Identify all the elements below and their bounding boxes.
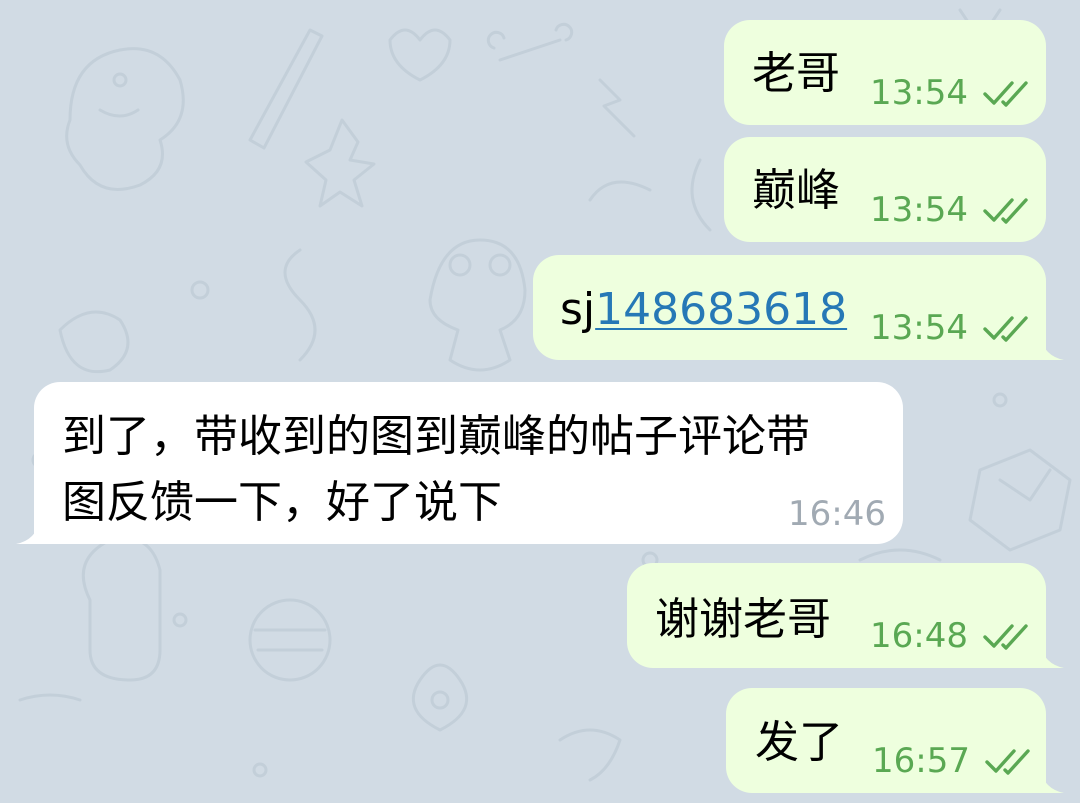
- message-time: 13:54: [870, 308, 968, 348]
- message-time: 16:46: [788, 494, 886, 534]
- message-meta: 16:48: [870, 619, 1032, 653]
- message-meta: 16:46: [788, 497, 886, 531]
- double-check-icon: [983, 316, 1028, 342]
- message-text: 发了: [755, 717, 843, 768]
- double-check-icon: [983, 198, 1028, 224]
- message-meta: 13:54: [870, 76, 1032, 110]
- message-time: 16:48: [870, 616, 968, 656]
- message-meta: 13:54: [870, 311, 1032, 345]
- message-text: 老哥: [752, 48, 840, 99]
- message-meta: 16:57: [872, 744, 1034, 778]
- message-time: 13:54: [870, 190, 968, 230]
- message-text-line: 到了，带收到的图到巅峰的帖子评论带: [62, 411, 810, 462]
- message-text: 巅峰: [752, 165, 840, 216]
- bubble-tail: [1040, 644, 1064, 668]
- bubble-tail: [1040, 769, 1064, 793]
- bubble-tail: [16, 520, 40, 544]
- message-link[interactable]: 148683618: [595, 284, 847, 335]
- message-text: 谢谢老哥: [655, 594, 831, 645]
- message-time: 16:57: [872, 741, 970, 781]
- message-text: 到了，带收到的图到巅峰的帖子评论带 图反馈一下，好了说下: [62, 404, 892, 536]
- message-time: 13:54: [870, 73, 968, 113]
- double-check-icon: [983, 81, 1028, 107]
- message-meta: 13:54: [870, 193, 1032, 227]
- message-text: sj148683618: [560, 288, 847, 332]
- double-check-icon: [983, 624, 1028, 650]
- message-text-line: 图反馈一下，好了说下: [62, 477, 502, 528]
- message-text-prefix: sj: [560, 284, 596, 335]
- double-check-icon: [985, 749, 1030, 775]
- bubble-tail: [1040, 336, 1064, 360]
